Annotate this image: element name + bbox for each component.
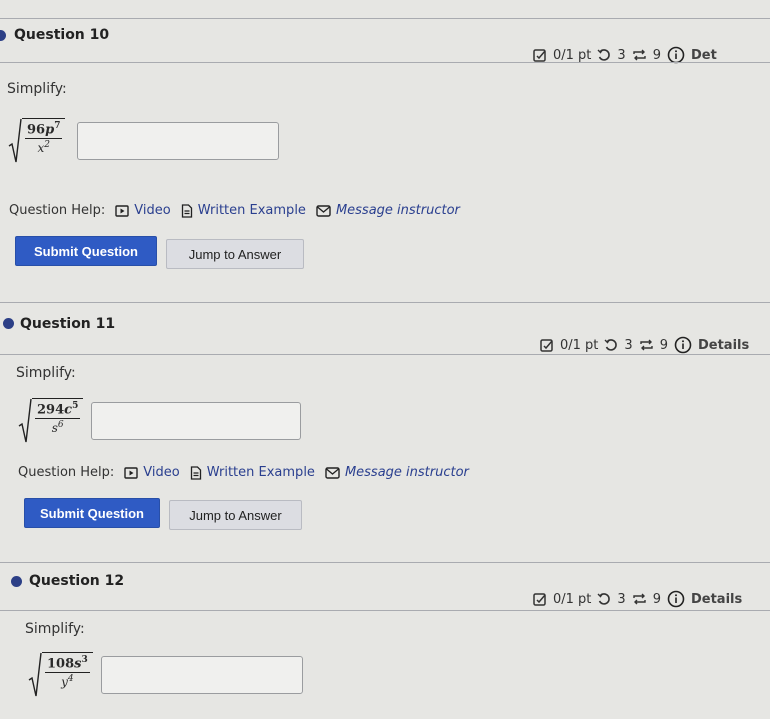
score-text: 0/1 pt: [560, 337, 599, 353]
video-play-icon: [124, 466, 138, 479]
question-bullet: [11, 576, 22, 587]
divider: [0, 354, 770, 355]
document-icon: [181, 203, 192, 218]
question-bullet: [0, 30, 6, 41]
details-link[interactable]: Details: [698, 338, 749, 353]
question-header: Question 10 0/1 pt 3 9 Det: [0, 24, 770, 64]
radical: 108s3 y4: [28, 652, 93, 698]
envelope-icon: [325, 466, 340, 479]
video-play-icon: [115, 204, 129, 217]
question-meta: 0/1 pt 3 9 Details: [533, 590, 742, 608]
numerator: 108s3: [45, 655, 90, 674]
question-prompt: Simplify:: [7, 81, 67, 97]
denominator: y4: [61, 674, 74, 690]
question-help: Question Help: Video Written Example Mes…: [9, 203, 460, 218]
denominator: s6: [51, 420, 64, 436]
question-title: Question 12: [29, 573, 125, 589]
written-example-link[interactable]: Written Example: [181, 203, 306, 218]
retry-icon: [597, 592, 611, 606]
attempts-count: 9: [659, 337, 668, 353]
fraction: 294c5 s6: [32, 398, 84, 444]
score-text: 0/1 pt: [553, 591, 592, 607]
jump-to-answer-button[interactable]: Jump to Answer: [166, 239, 304, 269]
message-instructor-link[interactable]: Message instructor: [316, 203, 460, 218]
question-prompt: Simplify:: [16, 365, 76, 381]
attempts-cycle-icon: [632, 592, 647, 606]
submit-question-button[interactable]: Submit Question: [24, 498, 160, 528]
retries-count: 3: [617, 591, 626, 607]
written-example-link[interactable]: Written Example: [190, 465, 315, 480]
answer-input[interactable]: [91, 402, 302, 440]
radical-sign-icon: [28, 652, 42, 697]
attempts-cycle-icon: [639, 338, 654, 352]
message-instructor-link[interactable]: Message instructor: [325, 465, 469, 480]
math-expression: 294c5 s6: [18, 398, 302, 444]
details-link[interactable]: Det: [691, 48, 717, 63]
numerator: 294c5: [35, 401, 81, 420]
checkbox-edit-icon: [533, 592, 547, 606]
question-bullet: [3, 318, 14, 329]
question-header: Question 12 0/1 pt 3 9 Details: [0, 568, 770, 608]
retry-icon: [597, 48, 611, 62]
jump-to-answer-button[interactable]: Jump to Answer: [169, 500, 302, 530]
denominator: x2: [37, 140, 50, 156]
retry-icon: [604, 338, 618, 352]
question-help-label: Question Help:: [18, 465, 115, 480]
info-circle-icon[interactable]: [667, 590, 685, 608]
math-expression: 108s3 y4: [28, 652, 303, 698]
math-expression: 96p7 x2: [8, 118, 280, 164]
numerator: 96p7: [25, 121, 63, 140]
radical-sign-icon: [18, 398, 32, 443]
submit-question-button[interactable]: Submit Question: [15, 236, 157, 266]
divider: [0, 610, 770, 611]
checkbox-edit-icon: [540, 338, 554, 352]
question-help-label: Question Help:: [9, 203, 106, 218]
attempts-count: 9: [652, 591, 661, 607]
divider: [0, 302, 770, 303]
divider: [0, 62, 770, 63]
checkbox-edit-icon: [533, 48, 547, 62]
question-title: Question 10: [14, 27, 110, 43]
envelope-icon: [316, 204, 331, 217]
attempts-cycle-icon: [632, 48, 647, 62]
fraction: 96p7 x2: [22, 118, 66, 164]
question-header: Question 11 0/1 pt 3 9 Details: [0, 310, 770, 354]
attempts-count: 9: [652, 47, 661, 63]
radical-sign-icon: [8, 118, 22, 163]
question-meta: 0/1 pt 3 9 Details: [540, 336, 749, 354]
score-text: 0/1 pt: [553, 47, 592, 63]
info-circle-icon[interactable]: [674, 336, 692, 354]
fraction: 108s3 y4: [42, 652, 93, 698]
question-title: Question 11: [20, 316, 116, 332]
answer-input[interactable]: [77, 122, 280, 160]
retries-count: 3: [617, 47, 626, 63]
divider: [0, 562, 770, 563]
details-link[interactable]: Details: [691, 592, 742, 607]
retries-count: 3: [624, 337, 633, 353]
video-link[interactable]: Video: [124, 465, 180, 480]
document-icon: [190, 465, 201, 480]
answer-input[interactable]: [100, 656, 303, 694]
question-help: Question Help: Video Written Example Mes…: [18, 465, 469, 480]
question-prompt: Simplify:: [25, 621, 85, 637]
radical: 294c5 s6: [18, 398, 84, 444]
video-link[interactable]: Video: [115, 203, 171, 218]
radical: 96p7 x2: [8, 118, 66, 164]
divider: [0, 18, 770, 19]
